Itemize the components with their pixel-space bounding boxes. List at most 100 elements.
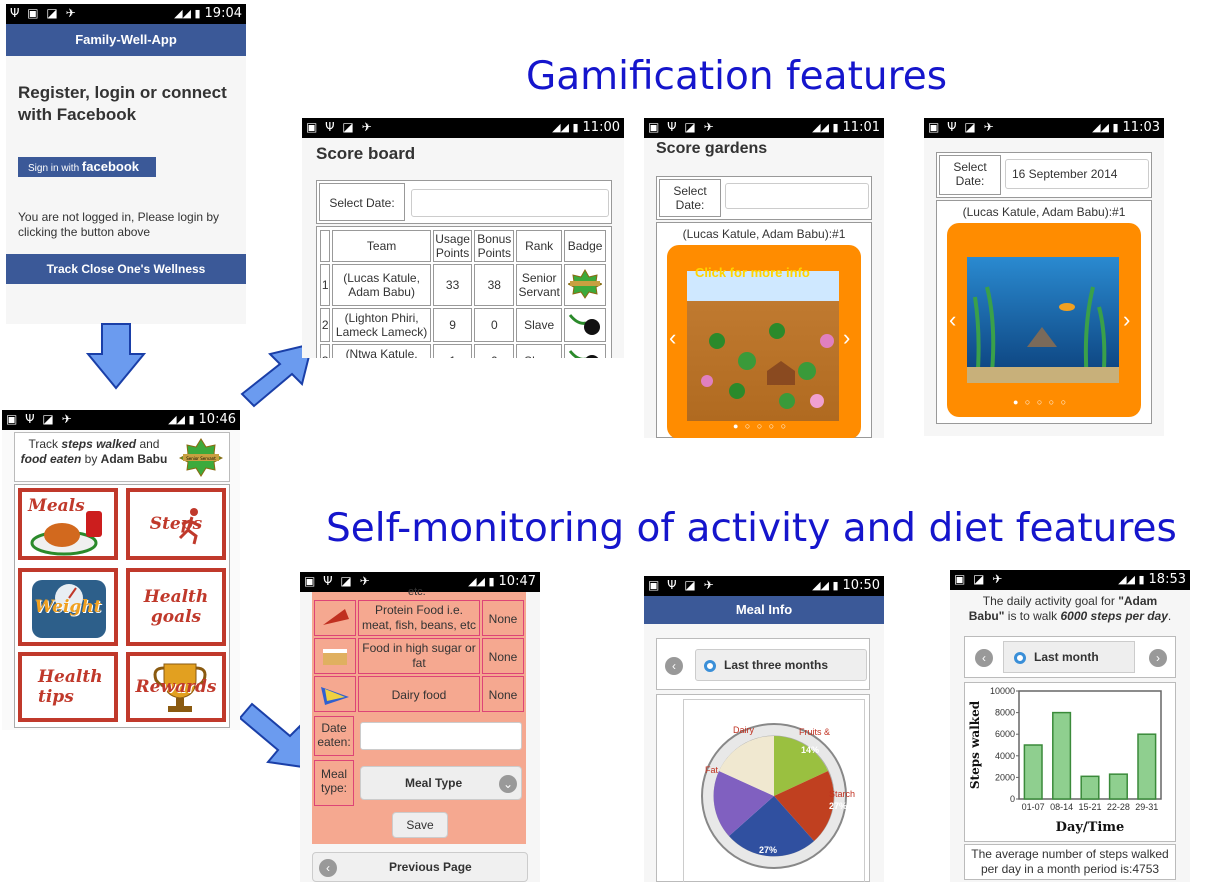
rewards-tile[interactable]: Rewards <box>126 652 226 722</box>
date-eaten-input[interactable] <box>360 722 522 750</box>
next-range-icon[interactable]: › <box>1149 649 1167 667</box>
bar <box>1137 733 1157 800</box>
notification-icons: ▣ Ψ ◪ ✈ <box>304 574 372 588</box>
meal-form-screen: ▣ Ψ ◪ ✈ ◢◢ ▮ 10:47 etc. Protein Food i.e.… <box>300 572 540 882</box>
weight-label: Weight <box>34 597 102 617</box>
carousel-prev-icon[interactable]: ‹ <box>669 325 676 351</box>
steps-tile[interactable]: Steps <box>126 488 226 560</box>
scoreboard-screen: ▣ Ψ ◪ ✈ ◢◢ ▮ 11:00 Score board Select Dat… <box>302 118 624 358</box>
status-bar: ▣ Ψ ◪ ✈ ◢◢ ▮ 11:01 <box>644 118 884 138</box>
food-value[interactable]: None <box>482 638 524 674</box>
usage-cell: 9 <box>432 308 473 342</box>
date-input[interactable] <box>725 183 869 209</box>
bonus-cell: 0 <box>474 344 515 358</box>
click-for-more-info[interactable]: Click for more info <box>695 265 810 280</box>
status-bar: ▣ Ψ ◪ ✈ ◢◢ ▮ 10:46 <box>2 410 240 430</box>
x-tick-label: 08-14 <box>1050 802 1073 812</box>
range-option[interactable]: Last three months <box>695 649 867 681</box>
table-header-row: Team Usage Points Bonus Points Rank Badg… <box>320 230 606 262</box>
bonus-cell: 0 <box>474 308 515 342</box>
track-wellness-button[interactable]: Track Close One's Wellness <box>6 254 246 284</box>
plate-label-starch: Starch <box>829 789 856 799</box>
carousel-prev-icon[interactable]: ‹ <box>949 307 956 333</box>
previous-page-button[interactable]: ‹ Previous Page <box>312 852 528 882</box>
menu-screen: ▣ Ψ ◪ ✈ ◢◢ ▮ 10:46 Track steps walked and… <box>2 410 240 730</box>
carousel-next-icon[interactable]: › <box>843 325 850 351</box>
date-input[interactable] <box>411 189 609 217</box>
meals-tile[interactable]: Meals <box>18 488 118 560</box>
aquarium-illustration <box>967 286 1119 384</box>
status-bar: ▣ Ψ ◪ ✈ ◢◢ ▮ 10:50 <box>644 576 884 596</box>
carousel-dots: ● ○ ○ ○ ○ <box>733 421 789 431</box>
carousel-next-icon[interactable]: › <box>1123 307 1130 333</box>
range-selector: ‹ Last three months <box>656 638 870 690</box>
date-selector: Select Date: <box>316 180 612 224</box>
usage-cell: 1 <box>432 344 473 358</box>
bar <box>1080 775 1100 800</box>
date-eaten-label: Date eaten: <box>314 716 354 756</box>
rank-cell: Senior Servant <box>516 264 563 306</box>
status-bar: ▣ Ψ ◪ ✈ ◢◢ ▮ 11:00 <box>302 118 624 138</box>
table-row: 3 (Ntwa Katule, Mary Chirundu) 1 0 Slave <box>320 344 606 358</box>
score-gardens-screen: ▣ Ψ ◪ ✈ ◢◢ ▮ 11:01 Score gardens Select D… <box>644 118 884 438</box>
row-index: 3 <box>320 344 331 358</box>
plate-percent-starch: 27% <box>829 801 848 811</box>
table-row: 1 (Lucas Katule, Adam Babu) 33 38 Senior… <box>320 264 606 306</box>
range-option[interactable]: Last month <box>1003 641 1135 673</box>
usage-cell: 33 <box>432 264 473 306</box>
signal-icon: ◢◢ ▮ <box>1118 573 1145 586</box>
team-cell: (Lighton Phiri, Lameck Lameck) <box>332 308 431 342</box>
bonus-cell: 38 <box>474 264 515 306</box>
date-input[interactable]: 16 September 2014 <box>1005 159 1149 189</box>
prev-range-icon[interactable]: ‹ <box>975 649 993 667</box>
bar <box>1052 711 1072 800</box>
aquarium-screen: ▣ Ψ ◪ ✈ ◢◢ ▮ 11:03 Select Date: 16 Septem… <box>924 118 1164 436</box>
runner-icon <box>178 508 201 545</box>
facebook-sign-in-button[interactable]: Sign in with facebook <box>18 157 156 177</box>
gamification-heading: Gamification features <box>526 54 948 99</box>
aquarium-carousel[interactable]: ‹ › ● ○ ○ ○ ○ <box>947 223 1141 417</box>
x-tick-label: 15-21 <box>1078 802 1101 812</box>
meals-label: Meals <box>28 496 85 516</box>
senior-servant-badge-icon: Senior Servant <box>179 438 223 477</box>
signal-icon: ◢◢ ▮ <box>468 575 495 588</box>
health-goals-label: Health goals <box>143 587 209 627</box>
weight-tile[interactable]: Weight <box>18 568 118 646</box>
radio-selected-icon <box>704 659 716 672</box>
health-tips-tile[interactable]: Health tips <box>18 652 118 722</box>
sign-in-prefix: Sign in with <box>28 163 80 174</box>
health-goals-tile[interactable]: Health goals <box>126 568 226 646</box>
signal-icon: ◢◢ ▮ <box>174 7 201 20</box>
rank-header: Rank <box>516 230 563 262</box>
cut-off-text: etc. <box>408 586 426 598</box>
aquarium-frame: (Lucas Katule, Adam Babu):#1 ‹ › ● ○ ○ ○… <box>936 200 1152 424</box>
user-name: Adam Babu <box>100 452 168 466</box>
meal-info-title-bar: Meal Info <box>644 596 884 624</box>
average-steps-text: The average number of steps walked per d… <box>964 844 1176 880</box>
garden-carousel[interactable]: Click for more info ‹ › ● ○ ○ ○ ○ <box>667 245 861 438</box>
prev-range-icon[interactable]: ‹ <box>665 657 683 675</box>
health-tips-label: Health tips <box>38 667 103 707</box>
protein-food-icon <box>314 600 356 636</box>
row-index: 2 <box>320 308 331 342</box>
clock: 10:50 <box>842 578 880 593</box>
food-value[interactable]: None <box>482 600 524 636</box>
row-index: 1 <box>320 264 331 306</box>
save-button[interactable]: Save <box>392 812 448 838</box>
table-row: 2 (Lighton Phiri, Lameck Lameck) 9 0 Sla… <box>320 308 606 342</box>
signal-icon: ◢◢ ▮ <box>168 413 195 426</box>
select-date-label: Select Date: <box>319 183 405 221</box>
notification-icons: Ψ ▣ ◪ ✈ <box>10 6 78 20</box>
team-cell: (Lucas Katule, Adam Babu) <box>332 264 431 306</box>
app-title-bar: Family-Well-App <box>6 24 246 56</box>
goal-steps: 6000 steps per day <box>1060 609 1168 623</box>
meal-type-select[interactable]: Meal Type ⌄ <box>360 766 522 800</box>
x-tick-label: 01-07 <box>1022 802 1045 812</box>
status-bar: ▣ Ψ ◪ ✈ ◢◢ ▮ 11:03 <box>924 118 1164 138</box>
ball-and-chain-icon <box>568 313 601 335</box>
chevron-down-icon: ⌄ <box>499 775 517 793</box>
food-value[interactable]: None <box>482 676 524 712</box>
bar <box>1108 773 1128 800</box>
by-word: by <box>84 452 98 466</box>
goal-text-2: is to walk <box>1007 609 1058 623</box>
